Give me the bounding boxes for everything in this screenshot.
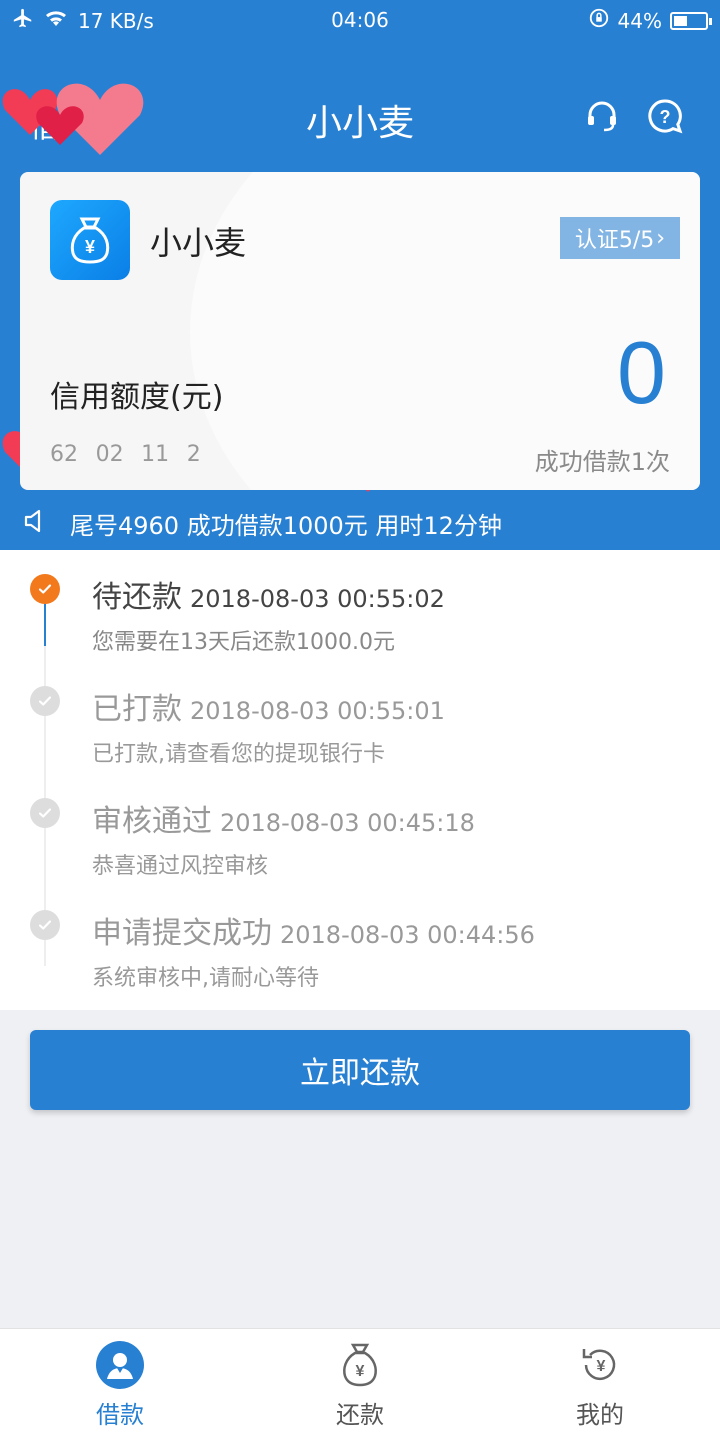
- timeline-time: 2018-08-03 00:45:18: [220, 809, 475, 837]
- bank-card-number: 62 02 11 2: [50, 442, 201, 467]
- svg-text:¥: ¥: [597, 1358, 606, 1375]
- credit-limit-value: 0: [617, 323, 666, 422]
- refresh-yen-icon: ¥: [576, 1341, 624, 1389]
- money-bag-icon: ¥: [50, 200, 130, 280]
- timeline-desc: 系统审核中,请耐心等待: [92, 966, 319, 991]
- timeline-desc: 您需要在13天后还款1000.0元: [92, 630, 395, 655]
- chevron-right-icon: ›: [656, 225, 666, 251]
- check-icon: [30, 910, 60, 940]
- timeline-title: 待还款: [92, 580, 182, 615]
- nav-item-borrow[interactable]: 借款: [50, 1341, 190, 1430]
- notice-bar: 尾号4960 成功借款1000元 用时12分钟: [22, 506, 502, 541]
- headset-icon[interactable]: [584, 98, 620, 140]
- check-icon: [30, 574, 60, 604]
- credit-card: ¥ 小小麦 认证5/5 › 信用额度(元) 0 62 02 11 2 成功借款1次: [20, 172, 700, 490]
- timeline-item: 申请提交成功 2018-08-03 00:44:56 系统审核中,请耐心等待: [0, 886, 720, 998]
- timeline-desc: 已打款,请查看您的提现银行卡: [92, 742, 385, 767]
- nav-label: 还款: [336, 1401, 384, 1429]
- question-icon[interactable]: ?: [646, 98, 684, 140]
- nav-item-mine[interactable]: ¥ 我的: [530, 1341, 670, 1430]
- rotation-lock-icon: [588, 7, 610, 34]
- battery-percent: 44%: [617, 8, 662, 33]
- timeline-time: 2018-08-03 00:55:02: [190, 585, 445, 613]
- svg-text:¥: ¥: [85, 237, 95, 257]
- timeline-item: 审核通过 2018-08-03 00:45:18 恭喜通过风控审核: [0, 774, 720, 886]
- timeline-time: 2018-08-03 00:44:56: [280, 921, 535, 949]
- repay-now-button[interactable]: 立即还款: [30, 1030, 690, 1110]
- certification-badge[interactable]: 认证5/5 ›: [560, 217, 680, 259]
- battery-icon: [670, 11, 712, 30]
- nav-label: 借款: [96, 1401, 144, 1429]
- timeline-title: 已打款: [92, 692, 182, 727]
- timeline-item: 待还款 2018-08-03 00:55:02 您需要在13天后还款1000.0元: [0, 550, 720, 662]
- loan-count: 成功借款1次: [534, 448, 670, 476]
- money-bag-icon: ¥: [336, 1341, 384, 1389]
- nav-label: 我的: [576, 1401, 624, 1429]
- timeline-desc: 恭喜通过风控审核: [92, 854, 269, 879]
- loan-timeline: 待还款 2018-08-03 00:55:02 您需要在13天后还款1000.0元已…: [0, 550, 720, 1010]
- app-header: 借 小小麦 ?: [0, 80, 720, 156]
- timeline-time: 2018-08-03 00:55:01: [190, 697, 445, 725]
- check-icon: [30, 798, 60, 828]
- user-icon: [96, 1341, 144, 1389]
- status-bar: 17 KB/s 04:06 44%: [0, 0, 720, 40]
- timeline-title: 审核通过: [92, 804, 212, 839]
- notice-text: 尾号4960 成功借款1000元 用时12分钟: [70, 512, 502, 540]
- svg-text:?: ?: [660, 107, 671, 127]
- timeline-item: 已打款 2018-08-03 00:55:01 已打款,请查看您的提现银行卡: [0, 662, 720, 774]
- check-icon: [30, 686, 60, 716]
- timeline-title: 申请提交成功: [92, 916, 272, 951]
- speaker-icon: [22, 508, 48, 540]
- nav-item-repay[interactable]: ¥ 还款: [290, 1341, 430, 1430]
- credit-limit-label: 信用额度(元): [50, 380, 224, 415]
- bottom-nav: 借款 ¥ 还款 ¥ 我的: [0, 1328, 720, 1440]
- app-name: 小小麦: [150, 224, 247, 262]
- svg-text:¥: ¥: [356, 1363, 365, 1380]
